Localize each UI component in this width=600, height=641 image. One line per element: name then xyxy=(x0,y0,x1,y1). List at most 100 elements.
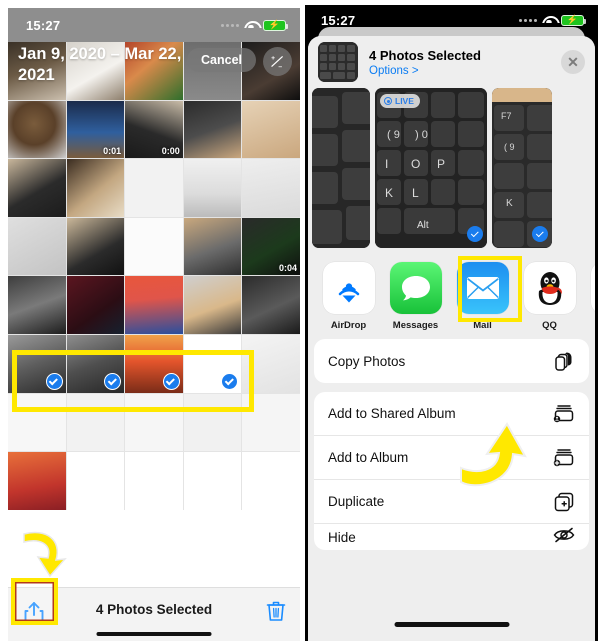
battery-charging-icon: ⚡ xyxy=(561,14,586,26)
action-label: Duplicate xyxy=(328,494,385,509)
partial-app-icon xyxy=(590,262,595,314)
photo-cell[interactable] xyxy=(8,276,66,335)
home-indicator xyxy=(96,631,212,636)
photo-cell[interactable] xyxy=(66,452,125,510)
photo-cell[interactable] xyxy=(242,393,300,452)
copy-icon xyxy=(553,350,575,372)
qq-icon xyxy=(523,262,576,314)
photo-cell-selected[interactable] xyxy=(66,335,125,393)
share-target-label: Mail xyxy=(473,320,492,331)
photo-cell[interactable] xyxy=(242,335,300,393)
action-copy-photos[interactable]: Copy Photos xyxy=(314,339,589,383)
airdrop-icon xyxy=(322,262,375,314)
screenshot-root: 15:27 ⚡ 0:01 0:00 0:04 Jan 9, 2020 – Mar… xyxy=(0,0,600,641)
photo-cell[interactable] xyxy=(66,393,125,452)
photo-cell[interactable] xyxy=(183,276,242,335)
svg-text:L: L xyxy=(412,186,419,200)
selection-check-icon xyxy=(104,372,122,390)
photo-cell[interactable] xyxy=(183,217,242,276)
photo-cell-selected[interactable] xyxy=(8,335,66,393)
video-duration-badge: 0:04 xyxy=(278,263,297,274)
svg-text:P: P xyxy=(437,157,445,171)
photo-cell[interactable] xyxy=(8,452,66,510)
share-target-messages[interactable]: Messages xyxy=(389,262,442,331)
photo-cell[interactable]: 0:00 xyxy=(125,100,183,159)
photo-cell[interactable]: 0:01 xyxy=(66,100,125,159)
share-target-qq[interactable]: QQ xyxy=(523,262,576,331)
status-time: 15:27 xyxy=(321,12,356,28)
photo-cell[interactable] xyxy=(66,159,125,217)
share-target-label: AirDrop xyxy=(330,320,367,331)
hide-icon xyxy=(553,526,575,548)
wifi-icon xyxy=(244,20,258,31)
photo-cell[interactable] xyxy=(8,42,66,100)
svg-text:K: K xyxy=(506,198,513,209)
photo-cell[interactable] xyxy=(66,276,125,335)
video-duration-badge: 0:00 xyxy=(161,146,180,157)
wifi-icon xyxy=(542,15,556,26)
action-duplicate[interactable]: Duplicate xyxy=(314,480,589,524)
live-photo-badge: LIVE xyxy=(380,94,420,108)
photo-cell[interactable] xyxy=(183,100,242,159)
photo-cell[interactable] xyxy=(242,159,300,217)
photo-grid[interactable]: 0:01 0:00 0:04 xyxy=(8,42,300,510)
delete-button[interactable] xyxy=(266,600,286,627)
preview-thumbnail-live[interactable]: ( 9 ) 0 I O P K L Alt LIVE xyxy=(375,88,487,248)
photo-cell-selected[interactable] xyxy=(183,335,242,393)
selection-check-icon xyxy=(221,372,239,390)
left-phone-screenshot: 15:27 ⚡ 0:01 0:00 0:04 Jan 9, 2020 – Mar… xyxy=(0,0,300,641)
share-target-partial[interactable] xyxy=(590,262,595,331)
action-label: Copy Photos xyxy=(328,353,406,369)
photo-cell[interactable] xyxy=(125,217,183,276)
svg-text:K: K xyxy=(385,186,393,200)
status-indicators: ⚡ xyxy=(221,19,288,31)
photo-cell[interactable] xyxy=(8,217,66,276)
photo-cell[interactable] xyxy=(183,393,242,452)
selection-check-icon xyxy=(45,372,63,390)
action-group-2: Add to Shared Album Add to Album Duplica… xyxy=(314,392,589,550)
photo-cell[interactable] xyxy=(66,42,125,100)
action-add-to-shared-album[interactable]: Add to Shared Album xyxy=(314,392,589,436)
action-label: Add to Album xyxy=(328,450,409,465)
photo-cell[interactable] xyxy=(8,100,66,159)
photo-cell[interactable] xyxy=(125,452,183,510)
photo-cell[interactable] xyxy=(125,159,183,217)
live-badge-label: LIVE xyxy=(395,96,414,106)
share-sheet: 4 Photos Selected Options > ✕ (9) 0 I … xyxy=(308,36,595,641)
photo-preview-strip[interactable]: ( 9 ) 0 I O P K L Alt LIVE F7 (9 K xyxy=(308,88,595,248)
photo-cell[interactable] xyxy=(242,276,300,335)
share-target-mail[interactable]: Mail xyxy=(456,262,509,331)
photo-cell[interactable] xyxy=(8,159,66,217)
selection-check-icon xyxy=(532,226,548,242)
photo-cell[interactable] xyxy=(242,100,300,159)
photo-cell[interactable] xyxy=(183,159,242,217)
svg-text:–: – xyxy=(278,63,282,70)
svg-text:I: I xyxy=(385,157,388,171)
signal-dots-icon xyxy=(519,18,537,22)
options-link[interactable]: Options > xyxy=(369,65,481,77)
photo-cell[interactable] xyxy=(242,452,300,510)
action-add-to-album[interactable]: Add to Album xyxy=(314,436,589,480)
cancel-button[interactable]: Cancel xyxy=(187,48,256,72)
action-hide[interactable]: Hide xyxy=(314,524,589,550)
share-targets-row[interactable]: AirDrop Messages Mail QQ xyxy=(308,248,595,339)
close-icon[interactable]: ✕ xyxy=(561,50,585,74)
preview-thumbnail[interactable]: F7 ( 9 K xyxy=(492,88,552,248)
photo-cell[interactable] xyxy=(183,452,242,510)
svg-text:( 9: ( 9 xyxy=(504,142,515,152)
share-target-airdrop[interactable]: AirDrop xyxy=(322,262,375,331)
share-actions: Copy Photos Add to Shared Album Add to A… xyxy=(308,339,595,550)
share-sheet-header: 4 Photos Selected Options > ✕ xyxy=(308,36,595,88)
left-phone-body: 15:27 ⚡ 0:01 0:00 0:04 Jan 9, 2020 – Mar… xyxy=(8,8,300,641)
photo-cell-selected[interactable] xyxy=(125,335,183,393)
action-group-1: Copy Photos xyxy=(314,339,589,383)
photo-cell[interactable]: 0:04 xyxy=(242,217,300,276)
photo-cell[interactable] xyxy=(125,393,183,452)
zoom-toggle-button[interactable]: + – xyxy=(263,47,292,76)
photo-cell[interactable] xyxy=(125,42,183,100)
share-sheet-title: 4 Photos Selected xyxy=(369,47,481,63)
photo-cell[interactable] xyxy=(8,393,66,452)
photo-cell[interactable] xyxy=(66,217,125,276)
photo-cell[interactable] xyxy=(125,276,183,335)
preview-thumbnail[interactable] xyxy=(312,88,370,248)
